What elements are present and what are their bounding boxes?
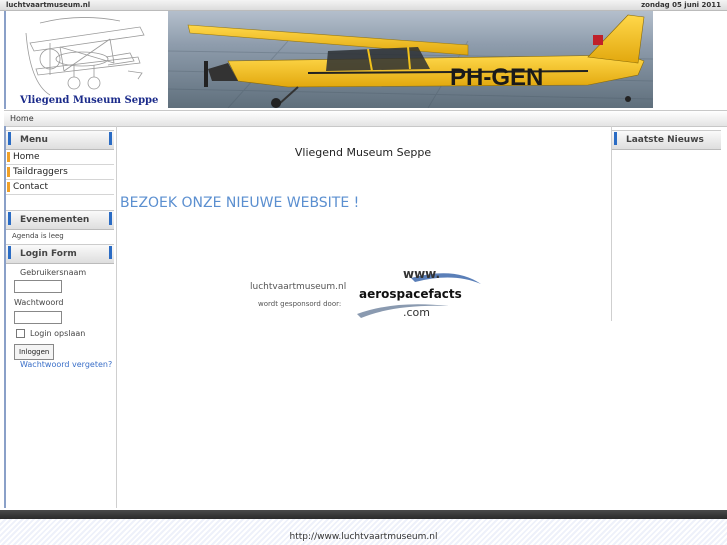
breadcrumb-bar: Home — [4, 110, 727, 127]
marker-icon — [109, 246, 112, 259]
news-header: Laatste Nieuws — [612, 130, 721, 150]
top-bar: luchtvaartmuseum.nl zondag 05 juni 2011 — [0, 0, 727, 11]
menu-item-label: Home — [13, 152, 40, 162]
marker-icon — [8, 246, 11, 259]
bullet-icon — [7, 182, 10, 192]
breadcrumb-home-link[interactable]: Home — [10, 111, 34, 126]
forgot-password-link[interactable]: Wachtwoord vergeten? — [20, 360, 112, 369]
login-title: Login Form — [20, 249, 77, 259]
yellow-airplane-image: PH-GEN — [168, 11, 653, 108]
visit-new-website-link[interactable]: BEZOEK ONZE NIEUWE WEBSITE ! — [120, 195, 359, 211]
right-sidebar: Laatste Nieuws — [612, 126, 727, 508]
header: Vliegend Museum Seppe PH-GEN — [4, 11, 727, 109]
remember-label: Login opslaan — [30, 329, 86, 338]
page-title: Vliegend Museum Seppe — [294, 146, 432, 159]
header-banner-image: PH-GEN — [168, 11, 653, 108]
main-content: Vliegend Museum Seppe BEZOEK ONZE NIEUWE… — [115, 126, 612, 321]
events-title: Evenementen — [20, 215, 90, 225]
password-field[interactable] — [14, 311, 62, 324]
menu-item-home[interactable]: Home — [6, 150, 114, 165]
marker-icon — [8, 212, 11, 225]
events-header: Evenementen — [6, 210, 114, 230]
marker-icon — [109, 212, 112, 225]
bullet-icon — [7, 167, 10, 177]
menu-item-label: Taildraggers — [13, 167, 68, 177]
username-label: Gebruikersnaam — [20, 268, 87, 277]
aerospacefacts-logo[interactable]: www. aerospacefacts .com — [355, 264, 485, 322]
footer-url: http://www.luchtvaartmuseum.nl — [289, 532, 438, 542]
remember-checkbox[interactable] — [16, 329, 25, 338]
login-header: Login Form — [6, 244, 114, 264]
logo-main: aerospacefacts — [359, 287, 462, 301]
banner-registration: PH-GEN — [450, 64, 543, 91]
logo-www: www. — [403, 267, 441, 281]
page: luchtvaartmuseum.nl zondag 05 juni 2011 — [0, 0, 727, 510]
footer-bar — [0, 510, 727, 519]
marker-icon — [8, 132, 11, 145]
menu-item-taildraggers[interactable]: Taildraggers — [6, 165, 114, 180]
menu-item-label: Contact — [13, 182, 49, 192]
site-url: luchtvaartmuseum.nl — [6, 1, 91, 9]
menu-header: Menu — [6, 130, 114, 150]
logo-com: .com — [403, 306, 430, 319]
left-sidebar: Menu Home Taildraggers Contact Evenement… — [4, 126, 117, 508]
news-title: Laatste Nieuws — [626, 135, 704, 145]
logo-text: Vliegend Museum Seppe — [20, 95, 159, 106]
marker-icon — [614, 132, 617, 145]
bullet-icon — [7, 152, 10, 162]
sponsor-text: wordt gesponsord door: — [258, 300, 342, 308]
sponsor-site-name: luchtvaartmuseum.nl — [250, 282, 347, 292]
agenda-status: Agenda is leeg — [12, 232, 64, 240]
current-date: zondag 05 juni 2011 — [641, 1, 721, 9]
username-field[interactable] — [14, 280, 62, 293]
menu-item-contact[interactable]: Contact — [6, 180, 114, 195]
menu-title: Menu — [20, 135, 48, 145]
password-label: Wachtwoord — [14, 298, 64, 307]
login-button[interactable]: Inloggen — [14, 344, 55, 360]
marker-icon — [109, 132, 112, 145]
